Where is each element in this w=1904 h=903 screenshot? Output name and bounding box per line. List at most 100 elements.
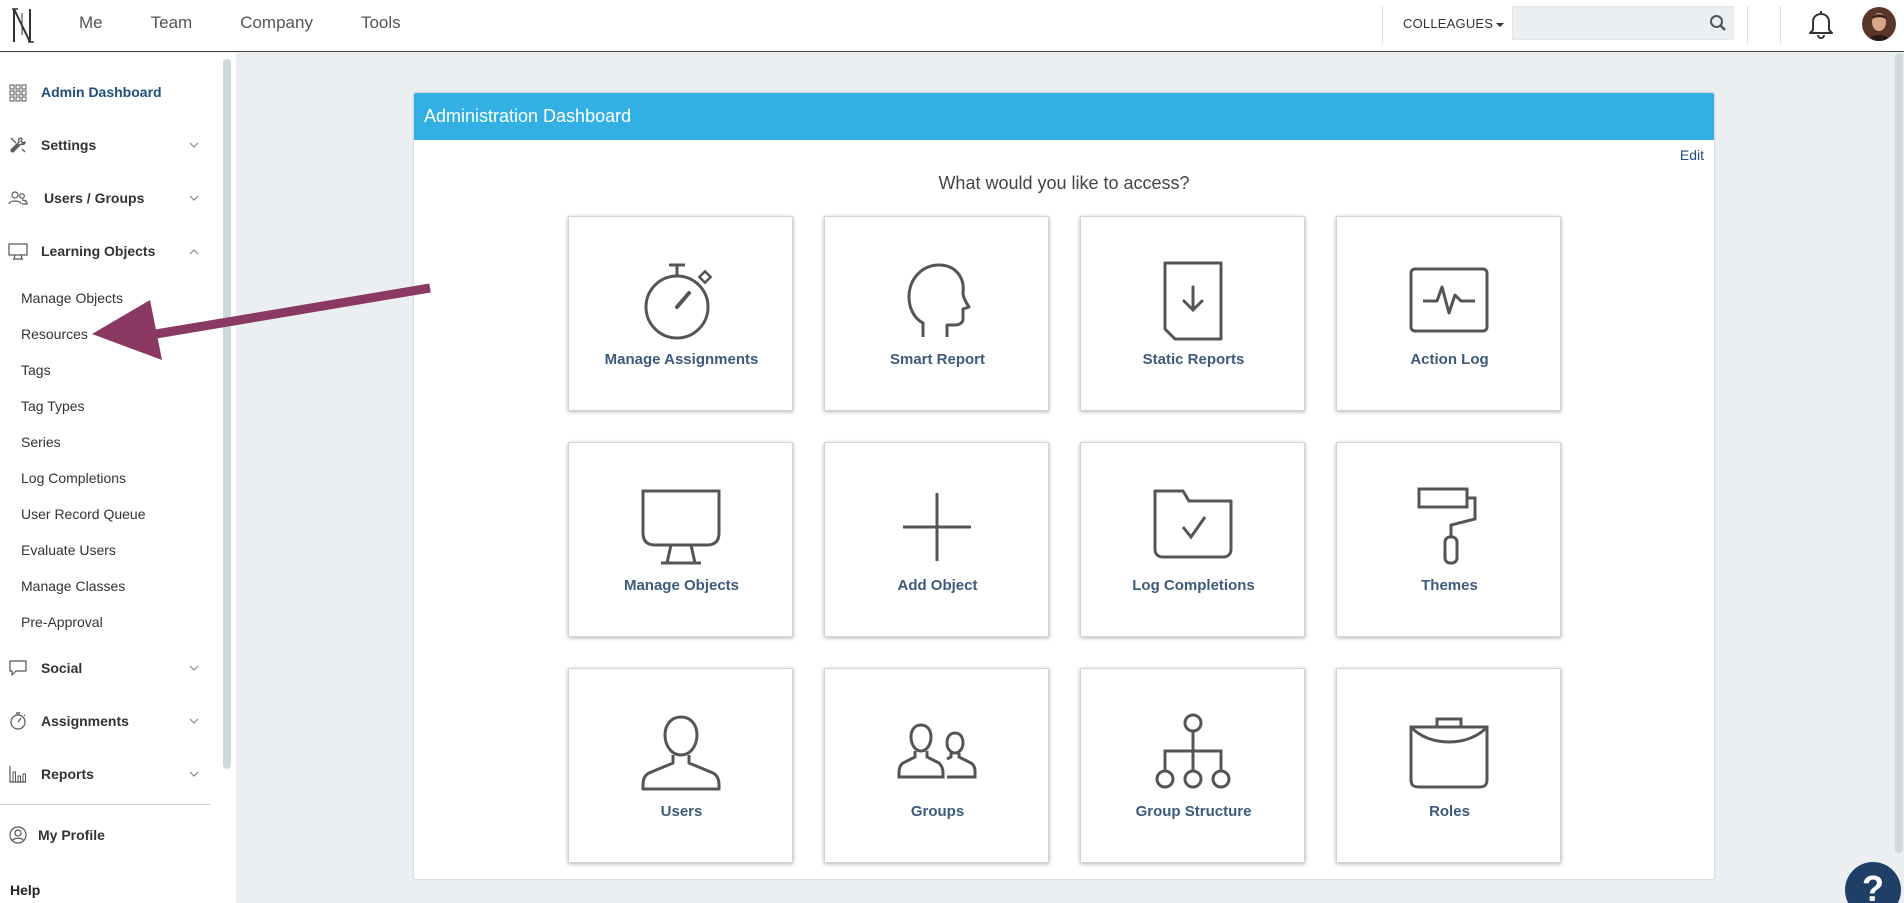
chevron-up-icon [189, 249, 199, 255]
sidebar-item-admin-dashboard[interactable]: Admin Dashboard [0, 77, 210, 107]
tile-label: Log Completions [1132, 577, 1255, 594]
bar-chart-icon [9, 766, 26, 783]
top-nav: Me Team Company Tools [64, 0, 449, 52]
tile-label: Manage Objects [623, 577, 740, 594]
group-icon [897, 723, 977, 779]
divider [0, 804, 210, 805]
panel-title: Administration Dashboard [414, 93, 1714, 140]
sidebar-subitem-series[interactable]: Series [21, 434, 61, 450]
plus-icon [903, 493, 971, 561]
head-icon [907, 263, 971, 337]
avatar[interactable] [1862, 7, 1896, 41]
tile-static-reports[interactable]: Static Reports [1080, 216, 1305, 411]
arrow-pointer-icon [92, 283, 431, 360]
sidebar-subitem-pre-approval[interactable]: Pre-Approval [21, 614, 103, 630]
paint-roller-icon [1417, 487, 1477, 565]
user-icon [641, 715, 721, 791]
sidebar-subitem-tags[interactable]: Tags [21, 362, 51, 378]
profile-icon [9, 826, 27, 844]
search-box [1512, 6, 1734, 40]
colleagues-dropdown[interactable]: COLLEAGUES [1403, 16, 1505, 31]
access-prompt: What would you like to access? [938, 173, 1190, 193]
pulse-icon [1409, 267, 1489, 333]
divider [1780, 6, 1781, 44]
sidebar-item-label: Admin Dashboard [41, 84, 162, 100]
tile-label: Groups [910, 803, 965, 820]
nav-tools[interactable]: Tools [361, 0, 401, 52]
search-input[interactable] [1513, 7, 1693, 39]
nav-team[interactable]: Team [151, 0, 193, 52]
users-icon [8, 191, 28, 205]
tile-groups[interactable]: Groups [824, 668, 1049, 863]
tile-label: Static Reports [1142, 351, 1245, 368]
grid-icon [9, 84, 27, 102]
logo-icon[interactable] [10, 5, 36, 45]
tile-label: Smart Report [889, 351, 986, 368]
sidebar-subitem-manage-classes[interactable]: Manage Classes [21, 578, 125, 594]
chevron-down-icon [189, 142, 199, 148]
tile-smart-report[interactable]: Smart Report [824, 216, 1049, 411]
page-scrollbar[interactable] [1895, 53, 1903, 853]
tile-users[interactable]: Users [568, 668, 793, 863]
chevron-down-icon [189, 718, 199, 724]
tile-label: Action Log [1410, 351, 1489, 368]
tile-label: Add Object [897, 577, 978, 594]
chevron-down-icon [189, 195, 199, 201]
admin-dashboard-panel: Administration Dashboard Edit What would… [414, 93, 1714, 879]
monitor-icon [8, 243, 28, 260]
sidebar-item-assignments[interactable]: Assignments [0, 706, 210, 736]
sidebar: Admin Dashboard Settings Users / Groups … [0, 53, 236, 903]
sidebar-subitem-evaluate-users[interactable]: Evaluate Users [21, 542, 116, 558]
tile-manage-objects[interactable]: Manage Objects [568, 442, 793, 637]
sidebar-subitem-log-completions[interactable]: Log Completions [21, 470, 126, 486]
nav-me[interactable]: Me [79, 0, 103, 52]
tile-label: Themes [1421, 577, 1478, 594]
nav-company[interactable]: Company [240, 0, 313, 52]
tile-group-structure[interactable]: Group Structure [1080, 668, 1305, 863]
folder-check-icon [1153, 489, 1233, 559]
caret-down-icon [1496, 22, 1505, 27]
sidebar-item-learning-objects[interactable]: Learning Objects [0, 236, 210, 266]
tile-label: Manage Assignments [604, 351, 759, 368]
sidebar-item-label: Settings [41, 137, 97, 153]
help-link[interactable]: Help [10, 882, 40, 898]
sidebar-item-label: Reports [41, 766, 94, 782]
tile-themes[interactable]: Themes [1336, 442, 1561, 637]
sidebar-item-label: Social [41, 660, 83, 676]
hierarchy-icon [1155, 713, 1231, 789]
divider [1382, 6, 1383, 44]
sidebar-subitem-resources[interactable]: Resources [21, 326, 88, 342]
sidebar-item-users-groups[interactable]: Users / Groups [0, 183, 210, 213]
help-bubble-button[interactable]: ? [1845, 862, 1901, 903]
top-bar: Me Team Company Tools COLLEAGUES [0, 0, 1904, 52]
monitor-icon [641, 489, 721, 565]
sidebar-item-label: Learning Objects [41, 243, 156, 259]
bell-icon[interactable] [1807, 9, 1835, 39]
sidebar-item-settings[interactable]: Settings [0, 130, 210, 160]
tile-action-log[interactable]: Action Log [1336, 216, 1561, 411]
colleagues-label: COLLEAGUES [1403, 16, 1494, 31]
tile-label: Roles [1429, 803, 1470, 820]
sidebar-scrollbar[interactable] [223, 59, 231, 769]
chevron-down-icon [189, 771, 199, 777]
tile-roles[interactable]: Roles [1336, 668, 1561, 863]
sidebar-item-reports[interactable]: Reports [0, 759, 210, 789]
stopwatch-icon [644, 263, 713, 340]
document-download-icon [1163, 261, 1223, 341]
sidebar-subitem-user-record-queue[interactable]: User Record Queue [21, 506, 146, 522]
sidebar-subitem-tag-types[interactable]: Tag Types [21, 398, 85, 414]
search-icon[interactable] [1709, 14, 1727, 32]
tile-label: Users [660, 803, 703, 820]
sidebar-item-my-profile[interactable]: My Profile [0, 820, 210, 850]
tools-icon [10, 137, 26, 153]
briefcase-icon [1409, 717, 1489, 789]
stopwatch-icon [10, 712, 26, 730]
divider [1747, 6, 1748, 44]
tile-log-completions[interactable]: Log Completions [1080, 442, 1305, 637]
tile-manage-assignments[interactable]: Manage Assignments [568, 216, 793, 411]
sidebar-item-label: My Profile [38, 827, 105, 843]
edit-link[interactable]: Edit [1680, 147, 1704, 163]
tile-add-object[interactable]: Add Object [824, 442, 1049, 637]
user-photo-icon [1862, 7, 1896, 41]
sidebar-item-social[interactable]: Social [0, 653, 210, 683]
